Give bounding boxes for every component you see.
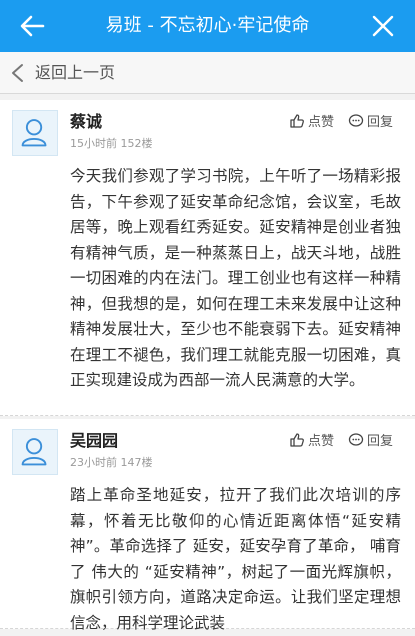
comment-author[interactable]: 吴园园 — [70, 427, 118, 451]
avatar[interactable] — [12, 110, 58, 156]
reply-button[interactable]: 回复 — [348, 111, 393, 130]
like-button[interactable]: 点赞 — [289, 430, 334, 449]
comment-meta: 15小时前 152楼 — [70, 137, 153, 150]
like-label: 点赞 — [307, 115, 334, 130]
comment-list: 蔡诚 15小时前 152楼 点赞 回复 今天我们参观了学习书院，上午听了一场精彩… — [0, 94, 415, 632]
close-icon[interactable] — [371, 14, 395, 38]
like-label: 点赞 — [307, 434, 334, 449]
comment-author[interactable]: 蔡诚 — [70, 108, 102, 132]
comment-text: 踏上革命圣地延安，拉开了我们此次培训的序幕，怀着无比敬仰的心情近距离体悟“延安精… — [70, 486, 401, 632]
arrow-left-icon[interactable] — [18, 12, 46, 40]
user-icon — [21, 438, 47, 466]
comment-meta: 23小时前 147楼 — [70, 456, 153, 469]
user-icon — [21, 119, 47, 147]
like-button[interactable]: 点赞 — [289, 111, 334, 130]
back-link[interactable]: 返回上一页 — [0, 52, 415, 94]
thumbs-up-icon — [290, 113, 304, 128]
comment-item: 蔡诚 15小时前 152楼 点赞 回复 今天我们参观了学习书院，上午听了一场精彩… — [0, 100, 415, 416]
comment-text: 今天我们参观了学习书院，上午听了一场精彩报告，下午参观了延安革命纪念馆，会议室，… — [70, 167, 401, 389]
comment-icon — [348, 113, 364, 127]
comment-item: 吴园园 23小时前 147楼 点赞 回复 踏上革命圣地延安，拉开了我们此次培训的… — [0, 419, 415, 632]
avatar[interactable] — [12, 429, 58, 475]
reply-label: 回复 — [366, 115, 393, 130]
comment-actions: 点赞 回复 — [289, 430, 393, 449]
comment-icon — [348, 432, 364, 446]
comment-actions: 点赞 回复 — [289, 111, 393, 130]
chevron-left-icon — [12, 64, 23, 82]
reply-button[interactable]: 回复 — [348, 430, 393, 449]
app-bar: 易班 - 不忘初心·牢记使命 — [0, 0, 415, 52]
reply-label: 回复 — [366, 434, 393, 449]
back-link-label: 返回上一页 — [35, 63, 116, 82]
thumbs-up-icon — [290, 432, 304, 447]
page-title: 易班 - 不忘初心·牢记使命 — [105, 15, 310, 36]
